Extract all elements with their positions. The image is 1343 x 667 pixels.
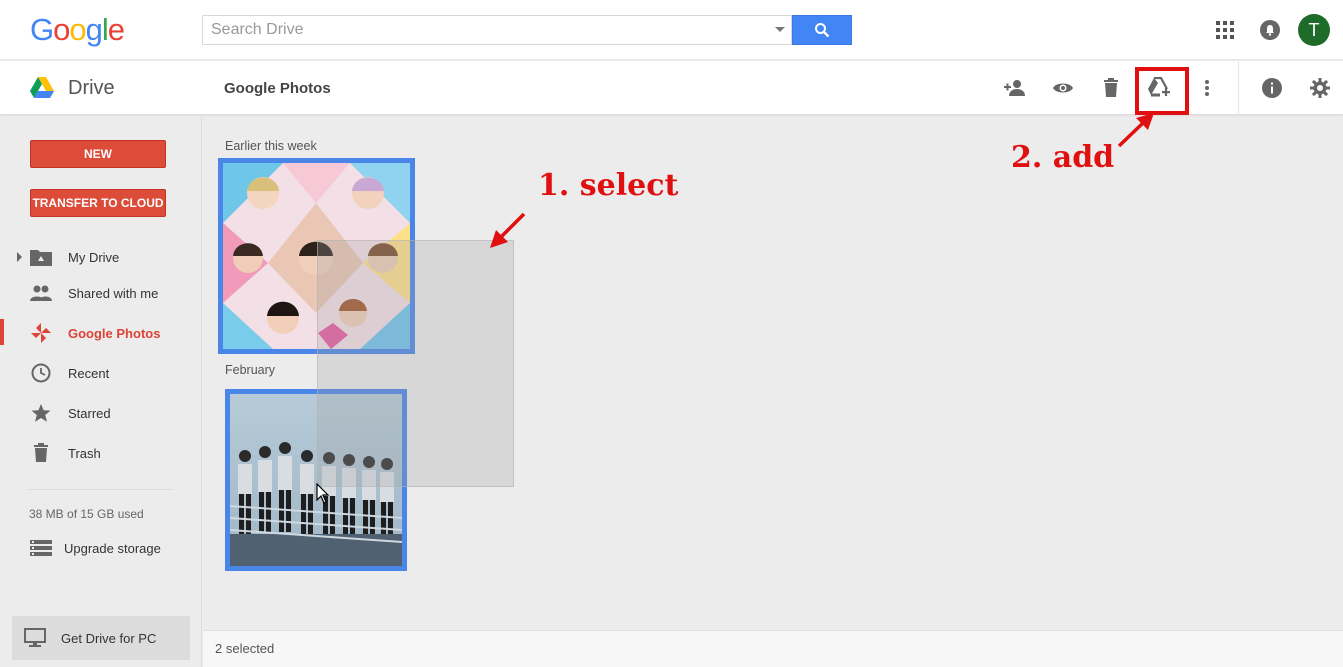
sidebar-item-label: Starred bbox=[68, 405, 111, 421]
search-icon bbox=[815, 23, 830, 38]
folder-title: Google Photos bbox=[224, 80, 331, 97]
preview-button[interactable] bbox=[1051, 76, 1075, 100]
selection-count: 2 selected bbox=[215, 641, 275, 656]
apps-grid-icon[interactable] bbox=[1216, 21, 1234, 39]
folder-drive-icon bbox=[30, 246, 52, 268]
sidebar-item-label: My Drive bbox=[68, 249, 120, 265]
star-icon bbox=[30, 402, 52, 424]
transfer-to-cloud-button[interactable]: TRANSFER TO CLOUD bbox=[30, 189, 166, 217]
drive-toolbar: Drive Google Photos bbox=[0, 61, 1343, 115]
add-button-highlight bbox=[1135, 67, 1189, 115]
sidebar-item-my-drive[interactable]: My Drive bbox=[0, 239, 202, 275]
google-logo[interactable]: Google bbox=[30, 12, 125, 48]
app-name[interactable]: Drive bbox=[68, 77, 115, 100]
get-drive-label: Get Drive for PC bbox=[61, 630, 157, 646]
new-button[interactable]: NEW bbox=[30, 140, 166, 168]
get-drive-for-pc-button[interactable]: Get Drive for PC bbox=[12, 616, 190, 660]
drive-logo-icon[interactable] bbox=[30, 77, 54, 99]
upgrade-storage-link[interactable]: Upgrade storage bbox=[30, 538, 161, 558]
sidebar-item-label: Google Photos bbox=[68, 325, 161, 341]
monitor-icon bbox=[24, 628, 46, 647]
clock-icon bbox=[30, 362, 52, 384]
info-icon bbox=[1262, 78, 1282, 98]
sidebar-item-label: Recent bbox=[68, 365, 110, 381]
pinwheel-icon bbox=[30, 322, 52, 344]
add-person-icon bbox=[1004, 80, 1025, 96]
sidebar-item-label: Shared with me bbox=[68, 285, 159, 301]
people-icon bbox=[30, 282, 52, 304]
sidebar-item-label: Trash bbox=[68, 445, 101, 461]
search-input[interactable] bbox=[203, 16, 763, 44]
photos-grid: Earlier this week February bbox=[203, 116, 1343, 630]
search-box[interactable] bbox=[202, 15, 792, 45]
more-actions-button[interactable] bbox=[1195, 76, 1219, 100]
annotation-add: 2. add bbox=[1011, 140, 1115, 175]
section-label-earlier: Earlier this week bbox=[225, 139, 317, 153]
sidebar-divider bbox=[28, 489, 174, 490]
share-button[interactable] bbox=[1003, 76, 1027, 100]
settings-gear-icon bbox=[1310, 78, 1330, 98]
toolbar-divider bbox=[1238, 61, 1239, 115]
more-vert-icon bbox=[1205, 80, 1209, 96]
sidebar-item-trash[interactable]: Trash bbox=[0, 435, 202, 471]
trash-icon bbox=[1104, 78, 1118, 97]
upgrade-storage-label: Upgrade storage bbox=[64, 540, 161, 556]
section-label-february: February bbox=[225, 363, 276, 377]
sidebar-item-shared-with-me[interactable]: Shared with me bbox=[0, 275, 202, 311]
avatar[interactable]: T bbox=[1298, 14, 1330, 46]
mouse-cursor-icon bbox=[316, 483, 330, 504]
settings-button[interactable] bbox=[1308, 76, 1332, 100]
top-header: Google T bbox=[0, 0, 1343, 60]
annotation-select: 1. select bbox=[538, 168, 679, 203]
expand-arrow-icon[interactable] bbox=[17, 252, 22, 262]
details-button[interactable] bbox=[1260, 76, 1284, 100]
status-bar: 2 selected bbox=[203, 630, 1343, 667]
trash-icon bbox=[30, 442, 52, 464]
storage-usage-text: 38 MB of 15 GB used bbox=[29, 507, 144, 521]
preview-eye-icon bbox=[1053, 83, 1073, 93]
drag-selection-rect bbox=[317, 240, 514, 487]
search-button[interactable] bbox=[792, 15, 852, 45]
sidebar-item-starred[interactable]: Starred bbox=[0, 395, 202, 431]
search-options-caret-icon[interactable] bbox=[775, 27, 785, 32]
annotation-arrow-select bbox=[490, 212, 526, 248]
annotation-arrow-add bbox=[1117, 113, 1154, 148]
sidebar-item-google-photos[interactable]: Google Photos bbox=[0, 315, 202, 351]
sidebar: NEW TRANSFER TO CLOUD My Drive Shared wi… bbox=[0, 116, 202, 667]
remove-button[interactable] bbox=[1099, 76, 1123, 100]
sidebar-item-recent[interactable]: Recent bbox=[0, 355, 202, 391]
notifications-bell-icon[interactable] bbox=[1260, 20, 1280, 40]
storage-stack-icon bbox=[30, 540, 52, 556]
